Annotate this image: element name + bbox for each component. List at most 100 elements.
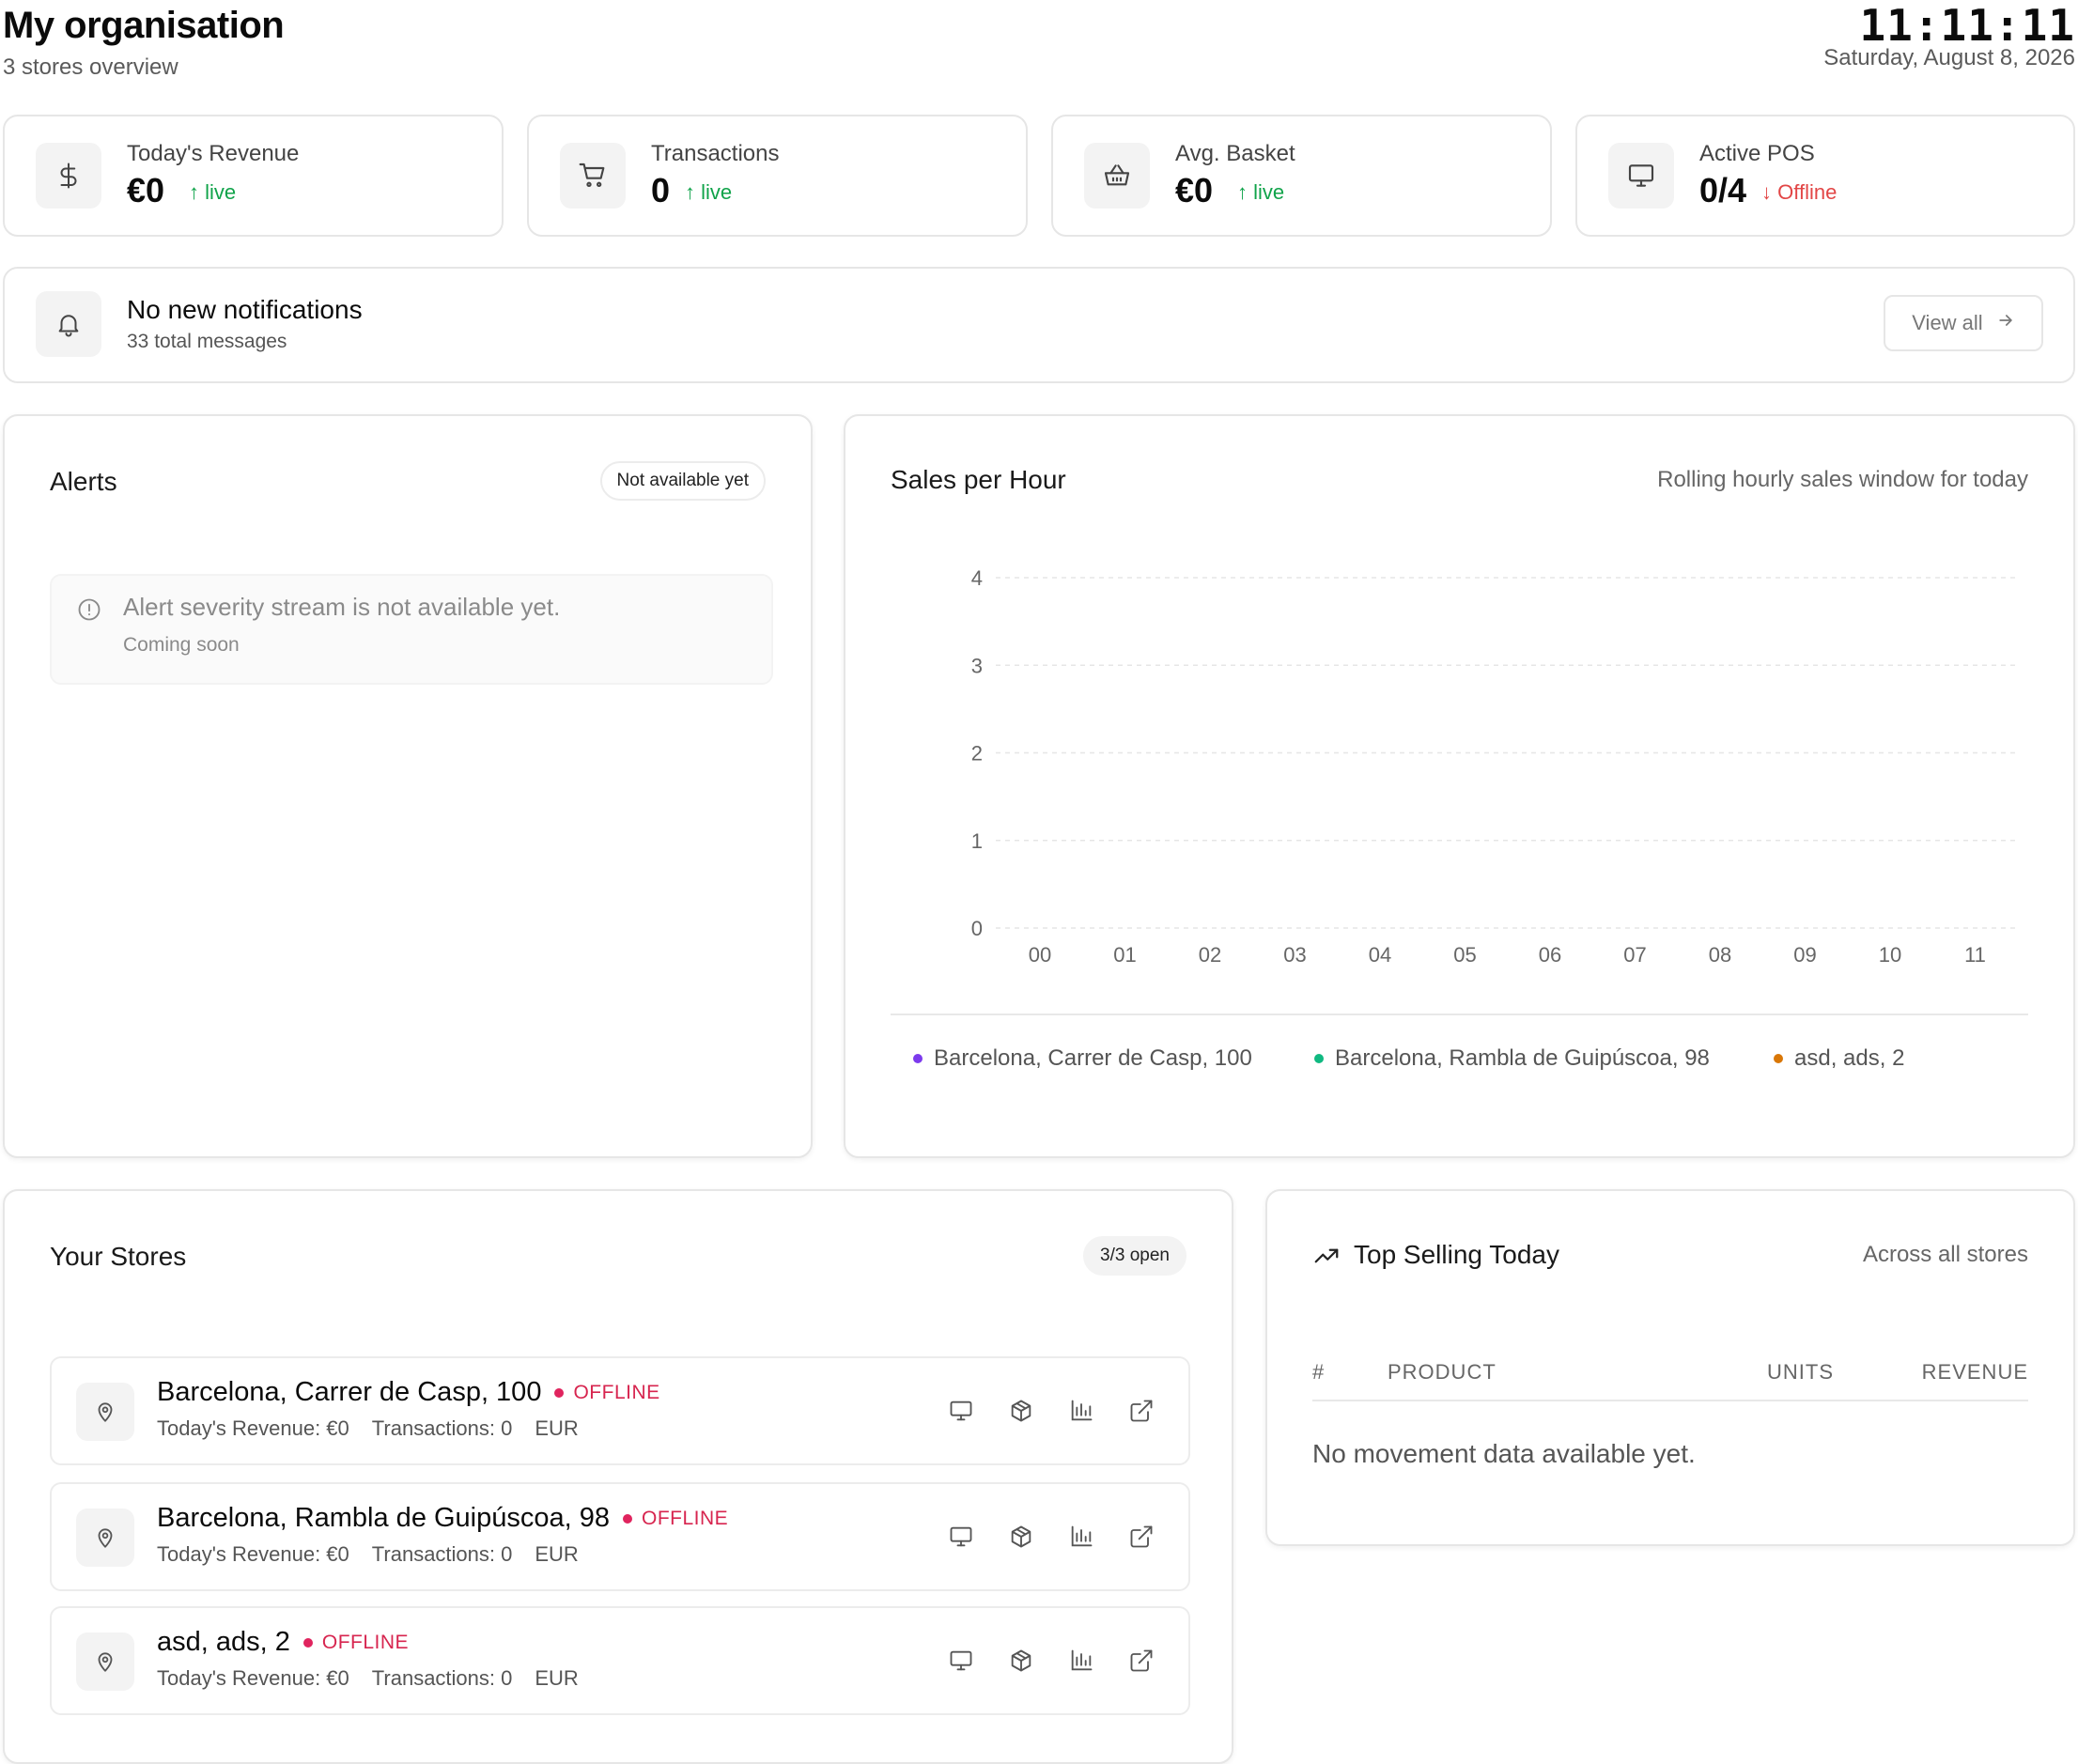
stat-card-transactions: Transactions 0 ↑ live bbox=[527, 115, 1028, 237]
chart-divider bbox=[891, 1014, 2028, 1015]
alert-message: Alert severity stream is not available y… bbox=[123, 593, 561, 621]
table-header-divider bbox=[1312, 1400, 2028, 1401]
store-actions bbox=[946, 1396, 1156, 1426]
stat-trend: ↑ live bbox=[685, 180, 732, 205]
legend-label: asd, ads, 2 bbox=[1794, 1045, 1905, 1071]
stores-title: Your Stores bbox=[50, 1242, 187, 1271]
external-link-icon[interactable] bbox=[1126, 1522, 1156, 1552]
store-revenue: Today's Revenue: €0 bbox=[157, 1666, 349, 1690]
alert-submessage: Coming soon bbox=[123, 634, 240, 656]
store-currency: EUR bbox=[535, 1542, 579, 1566]
dollar-icon bbox=[36, 143, 101, 209]
current-date: Saturday, August 8, 2026 bbox=[1823, 45, 2075, 70]
alerts-badge: Not available yet bbox=[599, 461, 766, 501]
legend-label: Barcelona, Rambla de Guipúscoa, 98 bbox=[1335, 1045, 1710, 1071]
top-selling-title: Top Selling Today bbox=[1354, 1240, 1559, 1269]
stat-card-active-pos: Active POS 0/4 ↓ Offline bbox=[1575, 115, 2075, 237]
stores-open-badge: 3/3 open bbox=[1083, 1236, 1186, 1276]
pos-monitor-icon[interactable] bbox=[946, 1646, 976, 1676]
arrow-up-icon: ↑ bbox=[685, 180, 695, 204]
store-currency: EUR bbox=[535, 1416, 579, 1440]
x-tick-label: 03 bbox=[1283, 943, 1306, 967]
bar-chart-icon[interactable] bbox=[1066, 1646, 1096, 1676]
x-tick-label: 08 bbox=[1709, 943, 1731, 967]
view-all-button[interactable]: View all bbox=[1884, 295, 2043, 351]
stat-trend: ↑ live bbox=[189, 180, 236, 205]
basket-icon bbox=[1084, 143, 1150, 209]
stat-trend: ↑ live bbox=[1237, 180, 1284, 205]
map-pin-icon bbox=[76, 1632, 134, 1691]
page-subtitle: 3 stores overview bbox=[3, 54, 178, 80]
clock: 11:11:11 bbox=[1859, 0, 2075, 51]
inventory-box-icon[interactable] bbox=[1006, 1522, 1036, 1552]
stat-label: Transactions bbox=[651, 141, 780, 166]
notifications-title: No new notifications bbox=[127, 295, 363, 324]
status-badge: OFFLINE bbox=[623, 1508, 728, 1530]
store-actions bbox=[946, 1522, 1156, 1552]
bar-chart-icon[interactable] bbox=[1066, 1396, 1096, 1426]
inventory-box-icon[interactable] bbox=[1006, 1646, 1036, 1676]
stores-card: Your Stores 3/3 open Barcelona, Carrer d… bbox=[3, 1189, 1233, 1764]
top-selling-card: Top Selling Today Across all stores # PR… bbox=[1265, 1189, 2075, 1546]
external-link-icon[interactable] bbox=[1126, 1396, 1156, 1426]
trending-up-icon bbox=[1312, 1242, 1341, 1275]
legend-dot bbox=[1774, 1054, 1783, 1063]
status-label: OFFLINE bbox=[321, 1631, 410, 1653]
column-header-revenue: REVENUE bbox=[1921, 1360, 2028, 1384]
alerts-title: Alerts bbox=[50, 467, 117, 496]
x-tick-label: 07 bbox=[1623, 943, 1646, 967]
external-link-icon[interactable] bbox=[1126, 1646, 1156, 1676]
stat-value: €0 bbox=[1175, 171, 1214, 209]
bell-icon bbox=[36, 291, 101, 357]
stat-trend: ↓ Offline bbox=[1761, 180, 1837, 205]
status-dot bbox=[623, 1513, 633, 1524]
store-row[interactable]: Barcelona, Rambla de Guipúscoa, 98 OFFLI… bbox=[50, 1482, 1190, 1591]
pos-monitor-icon[interactable] bbox=[946, 1522, 976, 1552]
stat-trend-label: Offline bbox=[1777, 180, 1838, 204]
stat-trend-label: live bbox=[205, 180, 237, 204]
x-tick-label: 00 bbox=[1029, 943, 1051, 967]
stat-card-revenue: Today's Revenue €0 ↑ live bbox=[3, 115, 504, 237]
view-all-label: View all bbox=[1912, 311, 1983, 334]
inventory-box-icon[interactable] bbox=[1006, 1396, 1036, 1426]
store-transactions: Transactions: 0 bbox=[371, 1666, 513, 1690]
notifications-count: 33 total messages bbox=[127, 331, 287, 352]
y-tick-label: 4 bbox=[971, 566, 983, 590]
x-tick-label: 05 bbox=[1453, 943, 1476, 967]
store-currency: EUR bbox=[535, 1666, 579, 1690]
column-header-units: UNITS bbox=[1767, 1360, 1834, 1384]
status-label: OFFLINE bbox=[642, 1507, 729, 1529]
y-tick-label: 3 bbox=[971, 654, 983, 677]
top-selling-subtitle: Across all stores bbox=[1862, 1242, 2028, 1267]
store-row[interactable]: asd, ads, 2 OFFLINE Today's Revenue: €0 … bbox=[50, 1606, 1190, 1715]
legend-item: Barcelona, Carrer de Casp, 100 bbox=[913, 1045, 1252, 1072]
stat-value: 0 bbox=[651, 171, 671, 209]
store-name: asd, ads, 2 bbox=[157, 1627, 290, 1657]
store-name: Barcelona, Rambla de Guipúscoa, 98 bbox=[157, 1503, 611, 1533]
store-name-row: Barcelona, Rambla de Guipúscoa, 98 OFFLI… bbox=[157, 1503, 728, 1534]
store-meta: Today's Revenue: €0 Transactions: 0 EUR bbox=[157, 1416, 579, 1441]
pos-monitor-icon[interactable] bbox=[946, 1396, 976, 1426]
store-actions bbox=[946, 1646, 1156, 1676]
monitor-icon bbox=[1608, 143, 1674, 209]
y-tick-label: 0 bbox=[971, 917, 983, 940]
store-meta: Today's Revenue: €0 Transactions: 0 EUR bbox=[157, 1542, 579, 1567]
column-header-rank: # bbox=[1312, 1360, 1326, 1384]
store-name-row: asd, ads, 2 OFFLINE bbox=[157, 1627, 409, 1658]
map-pin-icon bbox=[76, 1509, 134, 1567]
store-meta: Today's Revenue: €0 Transactions: 0 EUR bbox=[157, 1666, 579, 1691]
empty-table-message: No movement data available yet. bbox=[1312, 1439, 1696, 1468]
x-tick-label: 11 bbox=[1964, 943, 1986, 967]
y-tick-label: 2 bbox=[971, 742, 983, 766]
bar-chart-icon[interactable] bbox=[1066, 1522, 1096, 1552]
column-header-product: PRODUCT bbox=[1388, 1360, 1496, 1384]
page-title: My organisation bbox=[3, 5, 285, 46]
map-pin-icon bbox=[76, 1383, 134, 1441]
store-name-row: Barcelona, Carrer de Casp, 100 OFFLINE bbox=[157, 1377, 660, 1408]
info-icon bbox=[76, 596, 102, 627]
store-row[interactable]: Barcelona, Carrer de Casp, 100 OFFLINE T… bbox=[50, 1356, 1190, 1465]
x-tick-label: 04 bbox=[1369, 943, 1391, 967]
stat-label: Avg. Basket bbox=[1175, 141, 1295, 166]
store-revenue: Today's Revenue: €0 bbox=[157, 1542, 349, 1566]
status-label: OFFLINE bbox=[573, 1381, 660, 1403]
